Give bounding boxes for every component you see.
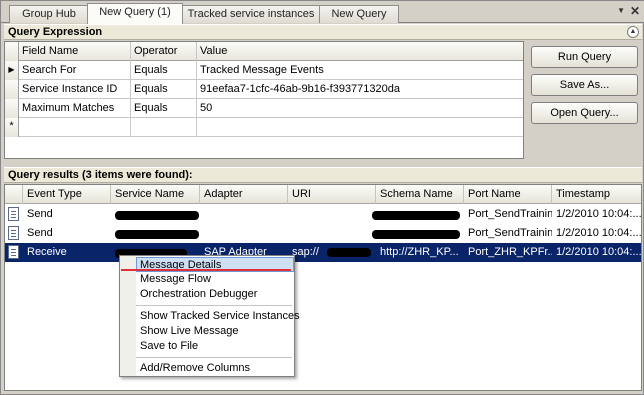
query-results-header: Query results (3 items were found): [4,167,642,183]
event-type-cell: Send [27,227,53,239]
row-header-corner [5,42,19,61]
tab-tracked-service-instances[interactable]: Tracked service instances [181,5,321,23]
event-type-cell: Receive [27,246,67,258]
operator-cell[interactable]: Equals [131,99,197,118]
field-name-cell[interactable]: Maximum Matches [19,99,131,118]
context-menu: Message Details Message Flow Orchestrati… [119,255,300,377]
tab-list-dropdown-icon[interactable]: ▼ [617,6,625,15]
redacted-service-name [115,211,199,220]
column-header-adapter[interactable]: Adapter [200,185,288,204]
field-name-cell[interactable]: Service Instance ID [19,80,131,99]
redacted-schema-name [372,211,460,220]
menu-item-message-flow[interactable]: Message Flow [136,272,294,287]
run-query-button[interactable]: Run Query [531,46,638,68]
redacted-schema-name [372,230,460,239]
result-row[interactable]: Send Port_SendTrainin... 1/2/2010 10:04:… [5,205,642,224]
column-header-port-name[interactable]: Port Name [464,185,552,204]
port-name-cell: Port_SendTrainin... [468,227,552,239]
tab-new-query[interactable]: New Query [319,5,399,23]
close-icon[interactable]: ✕ [630,4,640,18]
value-cell[interactable]: 91eefaa7-1cfc-46ab-9b16-f393771320da [197,80,523,99]
context-menu-icon-strip [120,256,136,376]
column-header-event-type[interactable]: Event Type [23,185,111,204]
query-row[interactable]: Service Instance ID Equals 91eefaa7-1cfc… [5,80,523,99]
query-expression-header: Query Expression ▲ [4,24,642,40]
column-header-operator[interactable]: Operator [131,42,197,61]
redacted-uri [327,248,371,257]
current-row-arrow-icon: ▶ [5,61,19,80]
schema-name-cell: http://ZHR_KP... [380,246,459,258]
menu-item-show-tracked-service-instances[interactable]: Show Tracked Service Instances [136,309,300,324]
value-cell[interactable]: Tracked Message Events [197,61,523,80]
row-header [5,80,19,99]
message-document-icon [8,245,19,259]
query-expression-title: Query Expression [8,26,103,38]
menu-item-add-remove-columns[interactable]: Add/Remove Columns [136,361,294,376]
query-results-list: Event Type Service Name Adapter URI Sche… [4,184,642,391]
new-query-row[interactable]: * [5,118,523,137]
result-row-selected[interactable]: Receive SAP Adapter sap:// http://ZHR_KP… [5,243,642,262]
app-window: Group Hub New Query (1) Tracked service … [0,0,644,395]
query-row[interactable]: Maximum Matches Equals 50 [5,99,523,118]
port-name-cell: Port_ZHR_KPFr... [468,246,552,258]
field-name-cell[interactable]: Search For [19,61,131,80]
timestamp-cell: 1/2/2010 10:04:... [556,246,642,258]
collapse-icon[interactable]: ▲ [627,26,639,38]
annotation-underline [121,269,291,271]
save-as-button[interactable]: Save As... [531,74,638,96]
menu-separator [136,305,292,306]
column-header-field-name[interactable]: Field Name [19,42,131,61]
open-query-button[interactable]: Open Query... [531,102,638,124]
operator-cell[interactable]: Equals [131,61,197,80]
menu-item-save-to-file[interactable]: Save to File [136,339,294,354]
tab-new-query-1[interactable]: New Query (1) [87,3,183,24]
menu-item-show-live-message[interactable]: Show Live Message [136,324,294,339]
grid-header-row: Field Name Operator Value [5,42,523,61]
results-header-row: Event Type Service Name Adapter URI Sche… [5,185,641,204]
query-row[interactable]: ▶ Search For Equals Tracked Message Even… [5,61,523,80]
menu-item-orchestration-debugger[interactable]: Orchestration Debugger [136,287,294,302]
redacted-service-name [115,230,199,239]
value-cell[interactable]: 50 [197,99,523,118]
column-header-service-name[interactable]: Service Name [111,185,200,204]
event-type-cell: Send [27,208,53,220]
message-document-icon [8,207,19,221]
column-header-schema-name[interactable]: Schema Name [376,185,464,204]
menu-separator [136,357,292,358]
value-cell[interactable] [197,118,523,137]
new-row-marker: * [5,118,19,137]
icon-column-header [5,185,23,204]
query-expression-grid: Field Name Operator Value ▶ Search For E… [4,41,524,159]
operator-cell[interactable]: Equals [131,80,197,99]
query-results-title: Query results (3 items were found): [8,169,193,181]
field-name-cell[interactable] [19,118,131,137]
port-name-cell: Port_SendTrainin... [468,208,552,220]
message-document-icon [8,226,19,240]
timestamp-cell: 1/2/2010 10:04:... [556,208,642,220]
operator-cell[interactable] [131,118,197,137]
tab-group-hub[interactable]: Group Hub [9,5,89,23]
column-header-value[interactable]: Value [197,42,523,61]
column-header-uri[interactable]: URI [288,185,376,204]
timestamp-cell: 1/2/2010 10:04:... [556,227,642,239]
column-header-timestamp[interactable]: Timestamp [552,185,641,204]
result-row[interactable]: Send Port_SendTrainin... 1/2/2010 10:04:… [5,224,642,243]
tab-strip: Group Hub New Query (1) Tracked service … [1,1,644,24]
row-header [5,99,19,118]
